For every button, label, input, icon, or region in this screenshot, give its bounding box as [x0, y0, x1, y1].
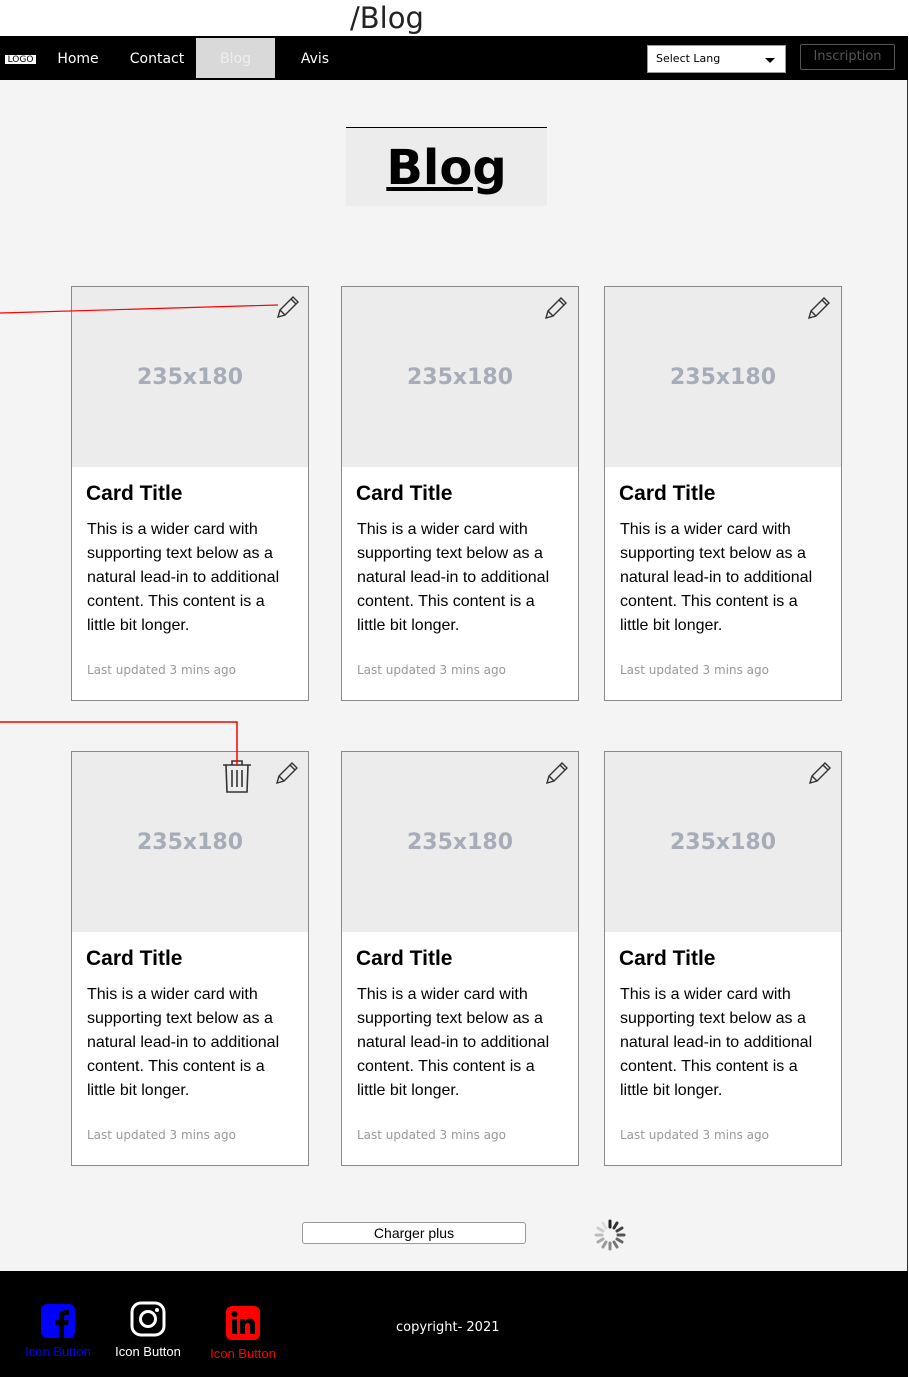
- card-footer: Last updated 3 mins ago: [620, 1128, 769, 1142]
- card-title: Card Title: [86, 947, 183, 970]
- blog-card[interactable]: 235x180 Card Title This is a wider card …: [341, 286, 579, 701]
- card-title: Card Title: [356, 482, 453, 505]
- card-image-label: 235x180: [406, 830, 514, 855]
- card-text: This is a wider card with supporting tex…: [620, 986, 813, 1099]
- card-title: Card Title: [619, 482, 716, 505]
- blog-card[interactable]: 235x180 Card Title This is a wider card …: [341, 751, 579, 1166]
- linkedin-button-label: Icon Button: [210, 1346, 276, 1361]
- card-footer: Last updated 3 mins ago: [87, 1128, 236, 1142]
- card-image-label: 235x180: [406, 365, 514, 390]
- edit-pencil-icon[interactable]: [805, 760, 833, 788]
- copyright-text: copyright- 2021: [396, 1320, 500, 1335]
- nav-item-blog[interactable]: Blog: [196, 38, 275, 78]
- page-title: Blog: [386, 140, 507, 196]
- facebook-button[interactable]: Icon Button: [22, 1303, 94, 1359]
- card-text: This is a wider card with supporting tex…: [87, 521, 280, 634]
- logo[interactable]: LOGO: [4, 54, 37, 65]
- card-text: This is a wider card with supporting tex…: [357, 521, 550, 634]
- card-title: Card Title: [356, 947, 453, 970]
- card-title: Card Title: [86, 482, 183, 505]
- language-select-value: Select Lang: [656, 52, 721, 65]
- edit-pencil-icon[interactable]: [541, 295, 569, 323]
- loading-spinner-icon: [594, 1219, 626, 1251]
- card-title: Card Title: [619, 947, 716, 970]
- edit-pencil-icon[interactable]: [804, 295, 832, 323]
- nav-item-home[interactable]: Home: [50, 38, 106, 78]
- card-image-label: 235x180: [669, 830, 777, 855]
- caret-down-icon: [765, 58, 775, 63]
- load-more-button[interactable]: Charger plus: [302, 1222, 526, 1244]
- blog-card[interactable]: 235x180 Card Title This is a wider card …: [604, 286, 842, 701]
- card-image-label: 235x180: [136, 830, 244, 855]
- linkedin-button[interactable]: Icon Button: [206, 1305, 280, 1361]
- annotation-lines: [0, 304, 279, 766]
- facebook-icon: [41, 1304, 75, 1338]
- nav-item-contact[interactable]: Contact: [122, 38, 192, 78]
- edit-pencil-icon[interactable]: [272, 760, 300, 788]
- page-title-box: Blog: [346, 127, 547, 206]
- card-footer: Last updated 3 mins ago: [357, 1128, 506, 1142]
- blog-card[interactable]: 235x180 Card Title This is a wider card …: [604, 751, 842, 1166]
- edit-pencil-icon[interactable]: [542, 760, 570, 788]
- wireframe-page: LOGO Home Contact Blog Avis Select Lang …: [0, 36, 908, 1377]
- card-image-label: 235x180: [669, 365, 777, 390]
- instagram-button-label: Icon Button: [115, 1344, 181, 1359]
- top-navbar: LOGO Home Contact Blog Avis Select Lang …: [0, 36, 908, 80]
- page-path-label: /Blog: [350, 1, 424, 35]
- card-footer: Last updated 3 mins ago: [87, 663, 236, 677]
- trash-icon[interactable]: [220, 757, 254, 795]
- card-text: This is a wider card with supporting tex…: [620, 521, 813, 634]
- card-footer: Last updated 3 mins ago: [620, 663, 769, 677]
- blog-card[interactable]: 235x180 Card Title This is a wider card …: [71, 751, 309, 1166]
- card-text: This is a wider card with supporting tex…: [87, 986, 280, 1099]
- instagram-button[interactable]: Icon Button: [112, 1301, 184, 1359]
- facebook-button-label: Icon Button: [25, 1344, 91, 1359]
- language-select[interactable]: Select Lang: [647, 45, 786, 73]
- signup-button[interactable]: Inscription: [800, 44, 895, 70]
- site-footer: Icon Button Icon Button Icon Button copy…: [0, 1271, 908, 1377]
- card-image-label: 235x180: [136, 365, 244, 390]
- card-footer: Last updated 3 mins ago: [357, 663, 506, 677]
- edit-pencil-icon[interactable]: [273, 294, 301, 322]
- instagram-icon: [130, 1301, 166, 1337]
- linkedin-icon: [226, 1306, 260, 1340]
- nav-item-avis[interactable]: Avis: [290, 38, 340, 78]
- card-text: This is a wider card with supporting tex…: [357, 986, 550, 1099]
- blog-card[interactable]: 235x180 Card Title This is a wider card …: [71, 286, 309, 701]
